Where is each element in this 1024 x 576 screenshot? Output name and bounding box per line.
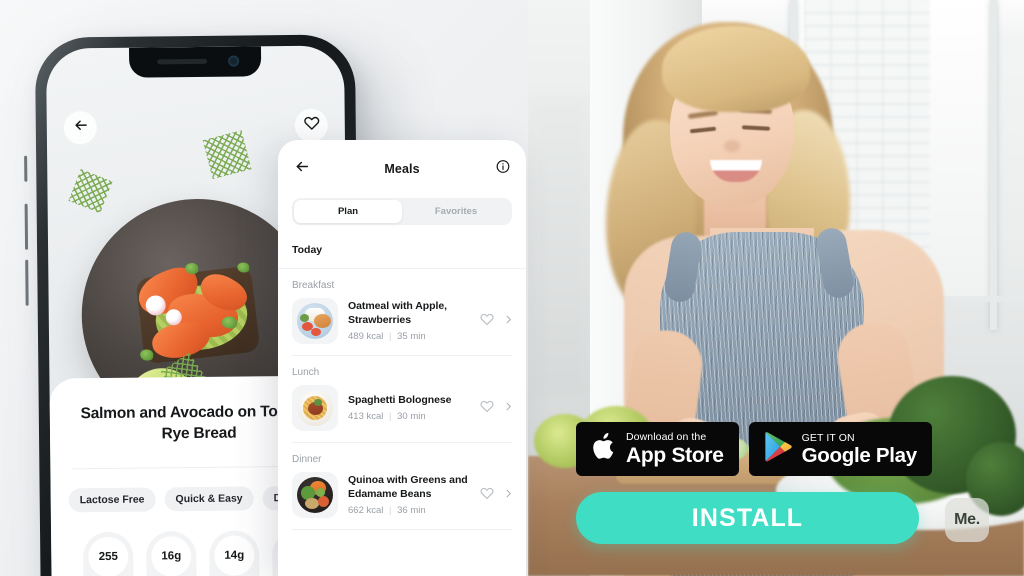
tab-favorites[interactable]: Favorites [402, 200, 510, 223]
phone-notch [128, 46, 262, 78]
meta-separator: | [389, 331, 392, 343]
google-play-title: Google Play [801, 443, 917, 467]
meal-thumbnail [292, 385, 338, 431]
arrow-left-icon [72, 117, 88, 138]
brand-logo: Me. [945, 498, 989, 542]
install-button[interactable]: INSTALL [576, 492, 919, 544]
window-frame-bar [990, 0, 997, 330]
radish-slice [165, 309, 182, 326]
meal-meta: 662 kcal | 36 min [348, 505, 470, 516]
recipe-favorite-button[interactable] [294, 108, 328, 142]
info-circle-icon [496, 160, 510, 178]
meals-back-button[interactable] [294, 159, 310, 180]
app-store-title: App Store [626, 443, 724, 467]
meal-row-breakfast[interactable]: Oatmeal with Apple, Strawberries 489 kca… [278, 298, 526, 355]
meal-section-label-dinner: Dinner [292, 454, 322, 465]
meal-meta: 413 kcal | 30 min [348, 411, 470, 422]
nutrition-value: 16g [151, 535, 192, 576]
meal-row-lunch[interactable]: Spaghetti Bolognese 413 kcal | 30 min [278, 385, 526, 442]
tab-plan[interactable]: Plan [294, 200, 402, 223]
meals-day-label: Today [292, 244, 323, 256]
meal-favorite-button[interactable] [480, 486, 494, 505]
meal-name: Quinoa with Greens and Edamame Beans [348, 473, 468, 500]
chevron-right-icon[interactable] [503, 486, 514, 504]
meal-favorite-button[interactable] [480, 399, 494, 418]
herb-garnish [140, 349, 154, 361]
meta-separator: | [389, 411, 392, 423]
meal-thumbnail [292, 472, 338, 518]
photo-woman-fringe [662, 26, 810, 112]
google-play-logo-icon [764, 431, 793, 467]
meal-time: 30 min [397, 411, 426, 423]
nutrition-stat: 16g Protein [146, 530, 197, 576]
meal-time: 36 min [397, 505, 426, 517]
meal-info: Oatmeal with Apple, Strawberries 489 kca… [348, 300, 470, 343]
meals-panel: Meals Plan Favorites Today Breakfast Oat… [278, 140, 526, 576]
nutrition-stat: 14g Fat [209, 530, 260, 576]
meal-section-label-breakfast: Breakfast [292, 280, 335, 291]
app-store-badge[interactable]: Download on the App Store [576, 422, 739, 476]
google-play-badge[interactable]: GET IT ON Google Play [748, 422, 932, 476]
meal-name: Spaghetti Bolognese [348, 393, 452, 406]
photo-doorway [528, 95, 590, 395]
meal-actions [480, 312, 514, 331]
meal-section-label-lunch: Lunch [292, 367, 320, 378]
meal-kcal: 489 kcal [348, 331, 384, 343]
lifestyle-photo [528, 0, 1024, 576]
meals-info-button[interactable] [496, 160, 510, 179]
meals-tab-group: Plan Favorites [292, 198, 512, 225]
meal-favorite-button[interactable] [480, 312, 494, 331]
meal-kcal: 413 kcal [348, 411, 384, 423]
meta-separator: | [389, 505, 392, 517]
store-badge-group: Download on the App Store GET IT ON Goog… [576, 422, 932, 476]
app-store-text: Download on the App Store [626, 431, 724, 466]
herb-garnish [237, 262, 250, 273]
recipe-tag[interactable]: Lactose Free [68, 487, 156, 513]
meal-thumbnail [292, 298, 338, 344]
phone-volume-down-button[interactable] [25, 259, 29, 306]
phone-front-camera [228, 55, 240, 67]
meal-actions [480, 486, 514, 505]
apple-logo-icon [591, 431, 617, 467]
google-play-subtitle: GET IT ON [801, 431, 855, 444]
google-play-text: GET IT ON Google Play [802, 432, 917, 467]
meal-actions [480, 399, 514, 418]
chevron-right-icon[interactable] [503, 312, 514, 330]
meal-kcal: 662 kcal [348, 505, 384, 517]
meal-info: Spaghetti Bolognese 413 kcal | 30 min [348, 394, 470, 423]
nutrition-value: 14g [214, 535, 255, 576]
arrow-left-icon [294, 161, 310, 179]
nutrition-stat: 255 Kcal [83, 531, 134, 576]
herb-garnish [185, 262, 199, 275]
phone-earpiece-speaker [157, 58, 208, 65]
parsley-garnish [202, 130, 252, 180]
meal-time: 35 min [397, 331, 426, 343]
phone-mute-switch[interactable] [24, 155, 28, 182]
chevron-right-icon[interactable] [503, 399, 514, 417]
recipe-tag[interactable]: Quick & Easy [164, 486, 254, 512]
dill-garnish [68, 169, 113, 214]
photo-woman-nose [724, 140, 740, 152]
nutrition-value: 255 [88, 536, 129, 576]
meals-title: Meals [384, 162, 420, 176]
meal-meta: 489 kcal | 35 min [348, 331, 470, 342]
app-store-subtitle: Download on the [626, 431, 707, 444]
herb-garnish [221, 316, 237, 329]
phone-volume-up-button[interactable] [24, 203, 29, 250]
meals-header: Meals [278, 140, 526, 198]
heart-outline-icon [303, 115, 319, 136]
recipe-back-button[interactable] [63, 111, 97, 145]
divider [292, 529, 512, 530]
ad-creative-canvas: Salmon and Avocado on Toasted Rye Bread … [0, 0, 1024, 576]
meal-info: Quinoa with Greens and Edamame Beans 662… [348, 474, 470, 517]
meal-row-dinner[interactable]: Quinoa with Greens and Edamame Beans 662… [278, 472, 526, 529]
meal-name: Oatmeal with Apple, Strawberries [348, 299, 448, 326]
radish-slice [145, 295, 166, 316]
